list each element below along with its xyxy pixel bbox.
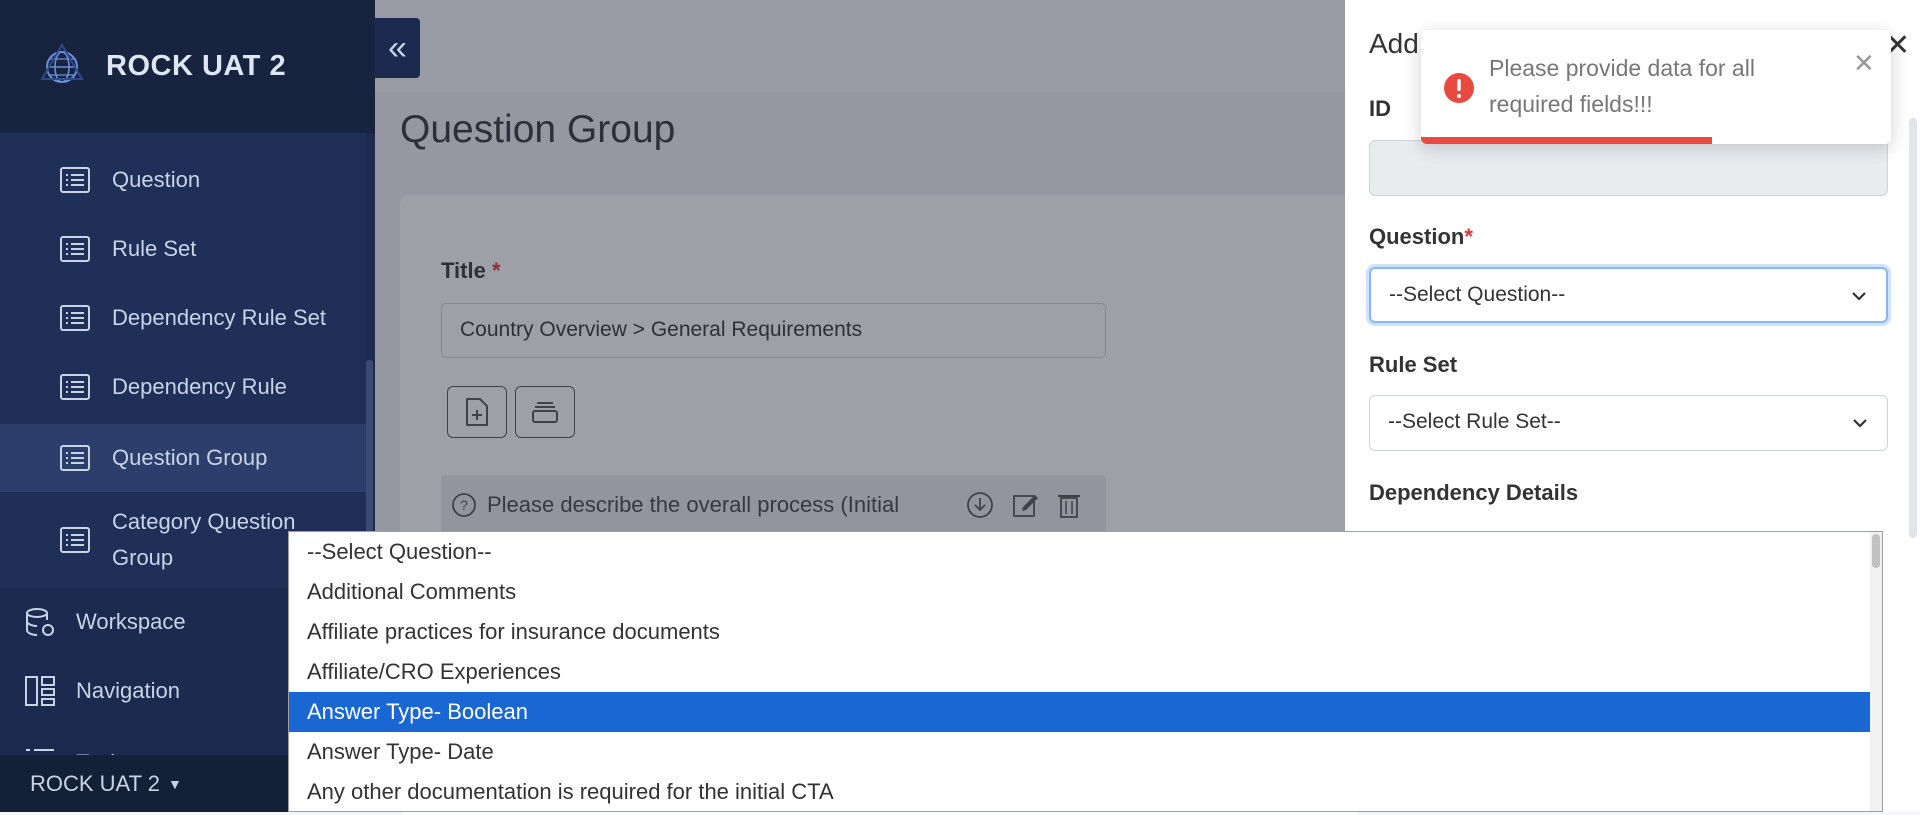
list-icon: [60, 236, 90, 262]
layout-icon: [25, 676, 55, 706]
rule-set-label: Rule Set: [1369, 352, 1458, 377]
dropdown-scrollbar[interactable]: [1870, 532, 1882, 811]
dropdown-option[interactable]: Any other documentation is required for …: [289, 772, 1882, 811]
dropdown-option[interactable]: Affiliate practices for insurance docume…: [289, 612, 1882, 652]
rule-set-select-value: --Select Rule Set--: [1388, 410, 1561, 433]
workspace-switcher-label: ROCK UAT 2: [30, 770, 160, 796]
question-select-value: --Select Question--: [1389, 283, 1566, 306]
sidebar-item-label: Question Group: [112, 445, 268, 470]
sidebar-item-label: Navigation: [76, 678, 180, 703]
list-icon: [60, 374, 90, 400]
rule-set-select[interactable]: --Select Rule Set--: [1369, 395, 1888, 451]
collapse-sidebar-button[interactable]: «: [375, 18, 420, 78]
sidebar-item-label: Workspace: [76, 609, 186, 634]
list-icon: [60, 167, 90, 193]
question-label: Question*: [1369, 224, 1473, 250]
sidebar-item-question[interactable]: Question: [0, 148, 366, 212]
double-chevron-left-icon: «: [388, 29, 407, 67]
brand[interactable]: ROCK UAT 2: [0, 0, 375, 133]
id-label: ID: [1369, 96, 1391, 121]
dropdown-option[interactable]: Answer Type- Boolean: [289, 692, 1882, 732]
close-icon[interactable]: ✕: [1853, 48, 1875, 79]
dropdown-option[interactable]: Additional Comments: [289, 572, 1882, 612]
error-toast: Please provide data for all required fie…: [1421, 30, 1891, 144]
sidebar-item-dependency-rule-set[interactable]: Dependency Rule Set: [0, 286, 366, 350]
chevron-down-icon: [1853, 419, 1867, 428]
list-icon: [60, 445, 90, 471]
sidebar-item-label: Rule Set: [112, 236, 197, 261]
sidebar-item-dependency-rule[interactable]: Dependency Rule: [0, 355, 366, 419]
question-label-text: Question: [1369, 224, 1465, 249]
toast-message: Please provide data for all required fie…: [1489, 55, 1755, 117]
panel-title: Add: [1369, 28, 1419, 59]
required-mark: *: [1464, 224, 1473, 249]
question-dropdown-list[interactable]: --Select Question-- Additional Comments …: [288, 531, 1883, 812]
chevron-down-icon: [1852, 292, 1866, 301]
app-title: ROCK UAT 2: [106, 50, 287, 82]
database-gear-icon: [26, 608, 54, 636]
sidebar-item-label: Question: [112, 167, 201, 192]
sidebar-item-question-group[interactable]: Question Group: [0, 424, 366, 492]
list-icon: [60, 527, 90, 553]
sidebar-item-rule-set[interactable]: Rule Set: [0, 217, 366, 281]
sidebar-item-label: Dependency Rule Set: [112, 305, 327, 330]
question-select[interactable]: --Select Question--: [1369, 267, 1888, 323]
sidebar-item-label: Dependency Rule: [112, 374, 287, 399]
dependency-details-label: Dependency Details: [1369, 480, 1579, 505]
caret-down-icon: ▼: [168, 775, 182, 792]
toast-progress-bar: [1421, 137, 1713, 144]
error-icon: [1444, 73, 1474, 103]
dropdown-option[interactable]: --Select Question--: [289, 532, 1882, 572]
dropdown-option[interactable]: Answer Type- Date: [289, 732, 1882, 772]
id-field[interactable]: [1369, 140, 1888, 196]
dropdown-scroll-thumb[interactable]: [1872, 534, 1880, 568]
panel-scrollbar[interactable]: [1909, 118, 1917, 538]
list-icon: [60, 305, 90, 331]
globe-logo-icon: [40, 42, 84, 83]
dropdown-option[interactable]: Affiliate/CRO Experiences: [289, 652, 1882, 692]
